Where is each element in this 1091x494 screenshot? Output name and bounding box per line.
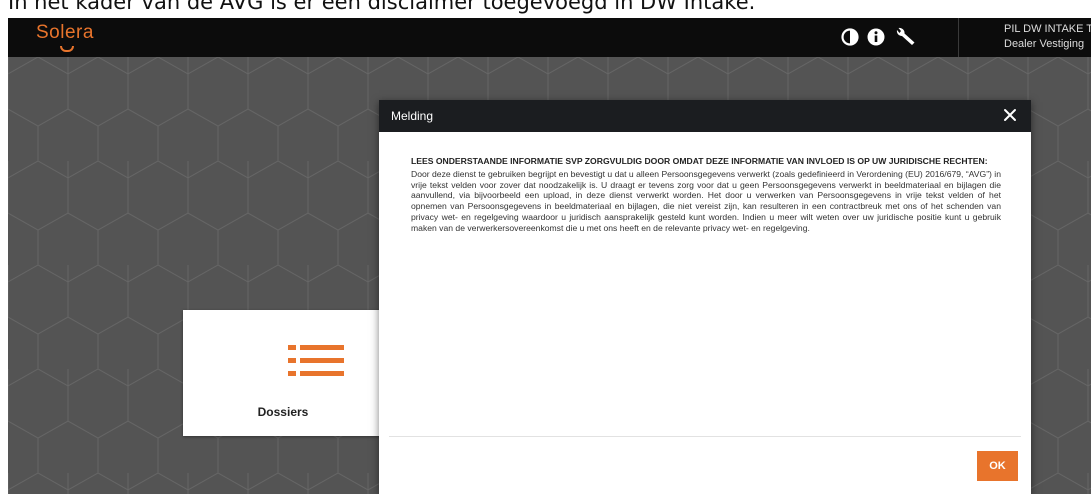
logo-smile-arc [60,46,74,52]
modal-body: LEES ONDERSTAANDE INFORMATIE SVP ZORGVUL… [411,156,1001,234]
modal-title: Melding [391,109,434,123]
user-location[interactable]: Dealer Vestiging [1004,38,1084,50]
disclaimer-heading: LEES ONDERSTAANDE INFORMATIE SVP ZORGVUL… [411,156,988,166]
wrench-icon[interactable] [893,27,917,47]
ok-button[interactable]: OK [977,451,1018,481]
close-icon[interactable] [1001,106,1019,124]
caption-text: In het kader van de AVG is er een discla… [8,0,756,14]
page-caption: In het kader van de AVG is er een discla… [0,0,1091,18]
user-name[interactable]: PIL DW INTAKE T [1004,23,1091,35]
dossiers-tile[interactable]: Dossiers [183,310,383,436]
modal-footer-divider [389,436,1021,437]
top-navigation-bar: Solеra PIL DW INTAKE T Dealer Vestiging [8,18,1091,57]
contrast-icon[interactable] [840,27,860,47]
disclaimer-text: Door deze dienst te gebruiken begrijpt e… [411,168,1001,233]
modal-header: Melding [379,100,1031,132]
header-divider [958,18,959,57]
list-icon [288,345,344,382]
solera-logo: Solеra [36,22,94,43]
dossiers-tile-label: Dossiers [257,405,309,419]
disclaimer-modal: Melding LEES ONDERSTAANDE INFORMATIE SVP… [379,100,1031,494]
info-icon[interactable] [866,27,886,47]
